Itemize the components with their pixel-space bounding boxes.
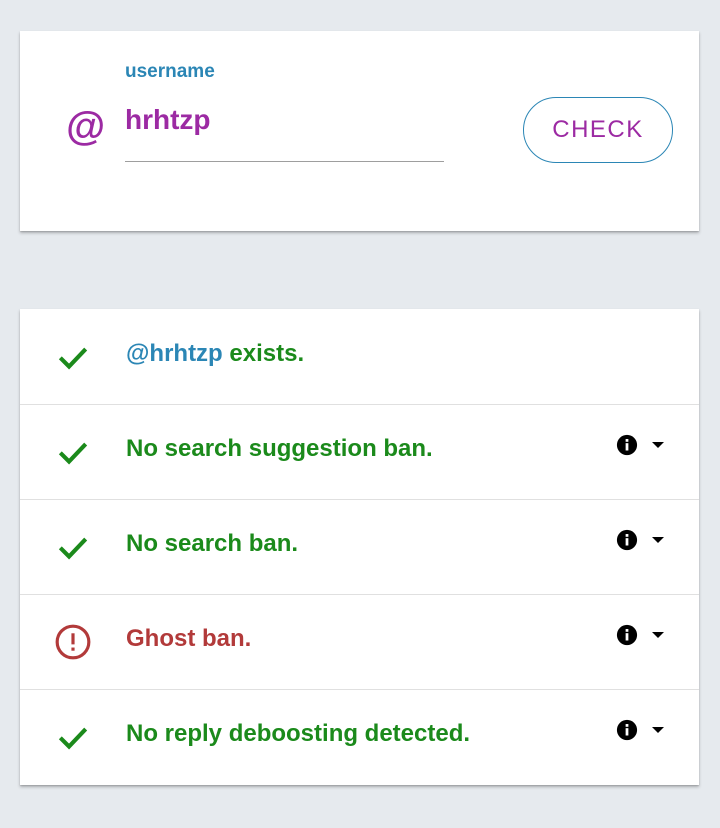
chevron-down-icon[interactable] — [651, 535, 665, 545]
check-icon — [58, 347, 88, 370]
result-row-exists: @hrhtzp exists. — [20, 309, 699, 405]
result-text-search-ban: No search ban. — [126, 530, 299, 557]
search-card: @ username CHECK — [20, 31, 699, 231]
result-text-reply-deboosting: No reply deboosting detected. — [126, 720, 471, 747]
info-icon[interactable] — [616, 529, 638, 551]
username-handle[interactable]: @hrhtzp — [126, 340, 223, 367]
result-row-search-ban: No search ban. — [20, 499, 699, 595]
info-icon[interactable] — [616, 624, 638, 646]
check-icon — [58, 727, 88, 750]
chevron-down-icon[interactable] — [651, 440, 665, 450]
info-icon[interactable] — [616, 434, 638, 456]
check-icon — [58, 537, 88, 560]
at-icon: @ — [65, 105, 105, 149]
results-card: @hrhtzp exists. No search suggestion ban… — [20, 309, 699, 785]
username-input[interactable] — [125, 101, 444, 139]
result-text-search-suggestion: No search suggestion ban. — [126, 435, 433, 462]
result-row-reply-deboosting: No reply deboosting detected. — [20, 689, 699, 785]
alert-circle-icon — [55, 624, 91, 660]
result-text-ghost-ban: Ghost ban. — [126, 625, 252, 652]
username-label: username — [125, 61, 215, 82]
result-row-search-suggestion: No search suggestion ban. — [20, 404, 699, 500]
result-text-exists: @hrhtzp exists. — [126, 340, 305, 367]
chevron-down-icon[interactable] — [651, 630, 665, 640]
check-icon — [58, 442, 88, 465]
chevron-down-icon[interactable] — [651, 725, 665, 735]
result-row-ghost-ban: Ghost ban. — [20, 594, 699, 690]
username-underline — [125, 161, 444, 162]
info-icon[interactable] — [616, 719, 638, 741]
check-button[interactable]: CHECK — [523, 97, 673, 163]
